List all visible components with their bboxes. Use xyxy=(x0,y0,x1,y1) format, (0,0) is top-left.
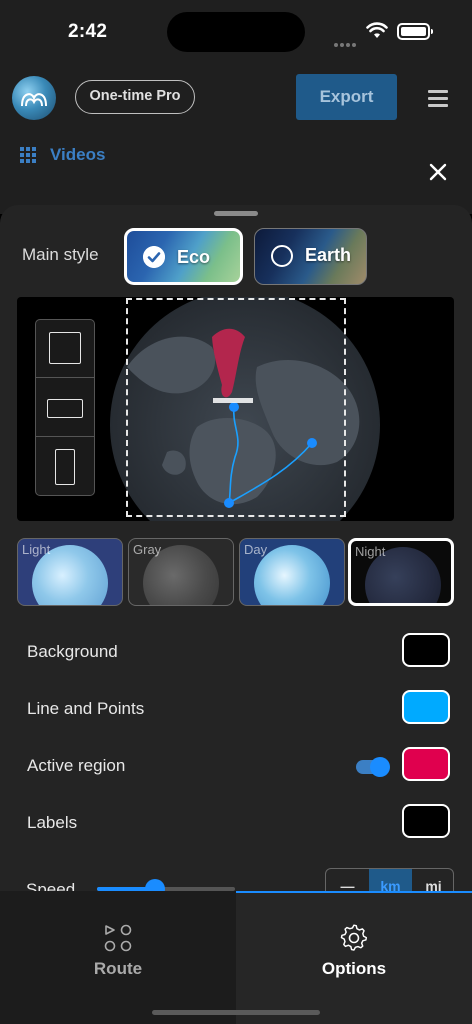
cellular-signal-icon xyxy=(334,34,358,52)
labels-label: Labels xyxy=(27,813,78,832)
style-option-earth[interactable]: Earth xyxy=(254,228,367,285)
tab-options-label: Options xyxy=(321,959,387,978)
videos-label: Videos xyxy=(50,145,106,164)
theme-label: Night xyxy=(355,544,386,559)
labels-color-swatch[interactable] xyxy=(402,804,450,838)
aspect-square-button[interactable] xyxy=(36,320,94,378)
app-header: One-time Pro Export Videos xyxy=(0,64,472,214)
wifi-icon xyxy=(366,22,388,38)
theme-label: Day xyxy=(244,542,268,557)
background-color-swatch[interactable] xyxy=(402,633,450,667)
landscape-icon xyxy=(47,399,83,418)
status-time: 2:42 xyxy=(68,21,108,42)
background-label: Background xyxy=(27,642,118,661)
line-points-color-swatch[interactable] xyxy=(402,690,450,724)
app-logo[interactable] xyxy=(12,76,56,120)
tab-route[interactable]: Route xyxy=(0,891,236,1024)
battery-icon xyxy=(397,23,433,40)
style-option-label: Earth xyxy=(305,245,352,265)
hamburger-menu-icon[interactable] xyxy=(428,90,448,111)
aspect-ratio-panel xyxy=(35,319,95,496)
theme-gray[interactable]: Gray xyxy=(128,538,234,606)
line-points-label: Line and Points xyxy=(27,699,145,718)
portrait-icon xyxy=(55,449,75,485)
aspect-landscape-button[interactable] xyxy=(36,379,94,437)
close-icon[interactable] xyxy=(428,162,448,182)
theme-light[interactable]: Light xyxy=(17,538,123,606)
theme-day[interactable]: Day xyxy=(239,538,345,606)
status-bar: 2:42 xyxy=(0,0,472,64)
aspect-portrait-button[interactable] xyxy=(36,438,94,495)
gear-icon xyxy=(340,924,368,951)
style-option-label: Eco xyxy=(177,247,211,267)
one-time-pro-button[interactable]: One-time Pro xyxy=(75,80,195,114)
map-preview[interactable] xyxy=(17,297,454,521)
logo-mark-icon xyxy=(21,93,47,107)
grid-icon xyxy=(20,147,37,164)
active-region-color-swatch[interactable] xyxy=(402,747,450,781)
route-icon xyxy=(104,924,132,952)
home-indicator xyxy=(152,1010,320,1015)
active-region-toggle[interactable] xyxy=(356,757,390,777)
bottom-tab-bar: Route Options xyxy=(0,891,472,1024)
tab-route-label: Route xyxy=(93,959,143,978)
main-style-label: Main style xyxy=(22,245,99,264)
radio-unchecked-icon xyxy=(271,245,293,267)
theme-night[interactable]: Night xyxy=(348,538,454,606)
active-region-label: Active region xyxy=(27,756,126,775)
dynamic-island xyxy=(167,12,305,52)
checkmark-icon xyxy=(143,246,165,268)
square-icon xyxy=(49,332,81,364)
theme-label: Gray xyxy=(133,542,162,557)
theme-label: Light xyxy=(22,542,51,557)
sheet-drag-handle[interactable] xyxy=(214,211,258,216)
crop-frame[interactable] xyxy=(126,298,346,517)
export-button[interactable]: Export xyxy=(296,74,397,120)
style-option-eco[interactable]: Eco xyxy=(124,228,243,285)
active-tab-indicator xyxy=(236,891,472,893)
tab-options[interactable]: Options xyxy=(236,891,472,1024)
